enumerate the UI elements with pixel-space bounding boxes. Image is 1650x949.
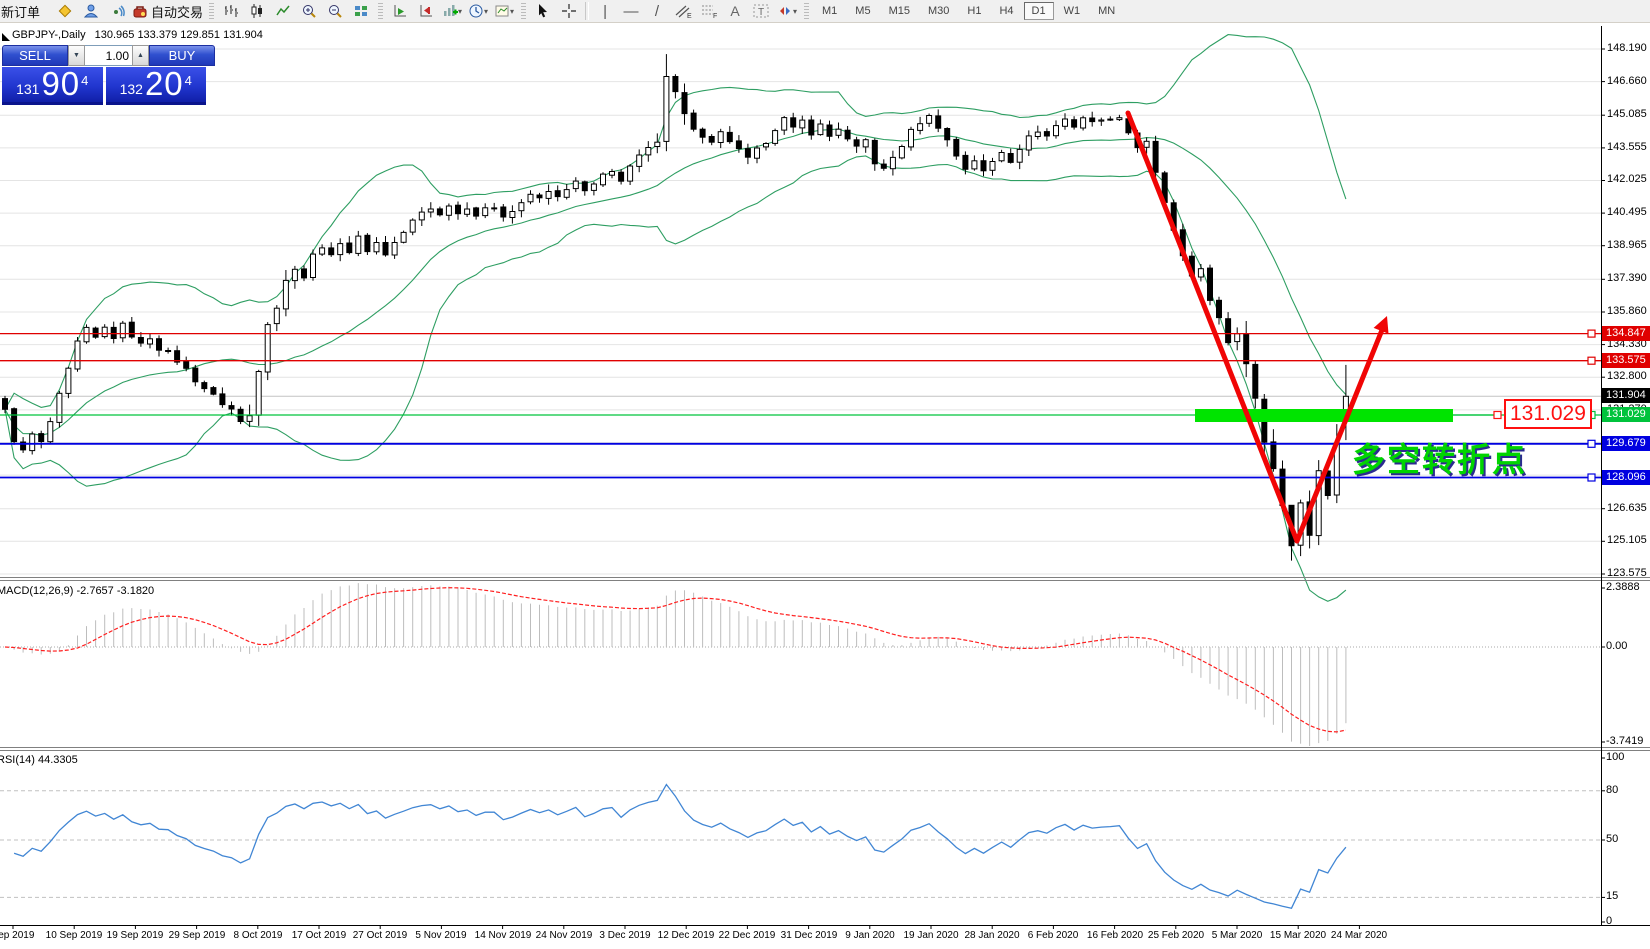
buy-price[interactable]: 132 20 4 xyxy=(106,67,207,105)
rsi-indicator xyxy=(14,785,1346,909)
pivot-annotation: 多空转折点 xyxy=(1352,433,1527,481)
chart-ohlc: 130.965 133.379 129.851 131.904 xyxy=(95,29,263,41)
rsi-label: RSI(14) 44.3305 xyxy=(0,754,78,766)
volume-stepper: ▼ ▲ xyxy=(68,45,149,66)
chart-title: GBPJPY-,Daily 130.965 133.379 129.851 13… xyxy=(12,29,263,41)
bollinger-bands xyxy=(5,35,1346,602)
buy-price-pips: 20 xyxy=(145,67,184,100)
volume-decrease-button[interactable]: ▼ xyxy=(68,45,85,66)
macd-label: MACD(12,26,9) -2.7657 -3.1820 xyxy=(0,585,154,597)
sell-price-bigfigure: 131 xyxy=(16,78,39,100)
mt4-window: 新订单 自动交易 xyxy=(0,0,1650,949)
sell-price-point: 4 xyxy=(81,73,88,88)
candlestick-series xyxy=(3,54,1349,560)
price-tag-annotation: 131.029 xyxy=(1504,399,1592,429)
buy-price-bigfigure: 132 xyxy=(120,78,143,100)
sell-price-pips: 90 xyxy=(41,67,80,100)
symbol-marker-icon xyxy=(2,33,10,41)
chart-symbol: GBPJPY-,Daily xyxy=(12,29,86,41)
sell-button[interactable]: SELL xyxy=(2,45,68,66)
volume-increase-button[interactable]: ▲ xyxy=(132,45,149,66)
volume-input[interactable] xyxy=(85,45,132,66)
buy-price-point: 4 xyxy=(185,73,192,88)
sell-price[interactable]: 131 90 4 xyxy=(2,67,103,105)
buy-button[interactable]: BUY xyxy=(149,45,215,66)
one-click-trading-panel: SELL ▼ ▲ BUY 131 90 4 132 20 4 xyxy=(2,45,206,105)
macd-indicator xyxy=(5,583,1346,746)
